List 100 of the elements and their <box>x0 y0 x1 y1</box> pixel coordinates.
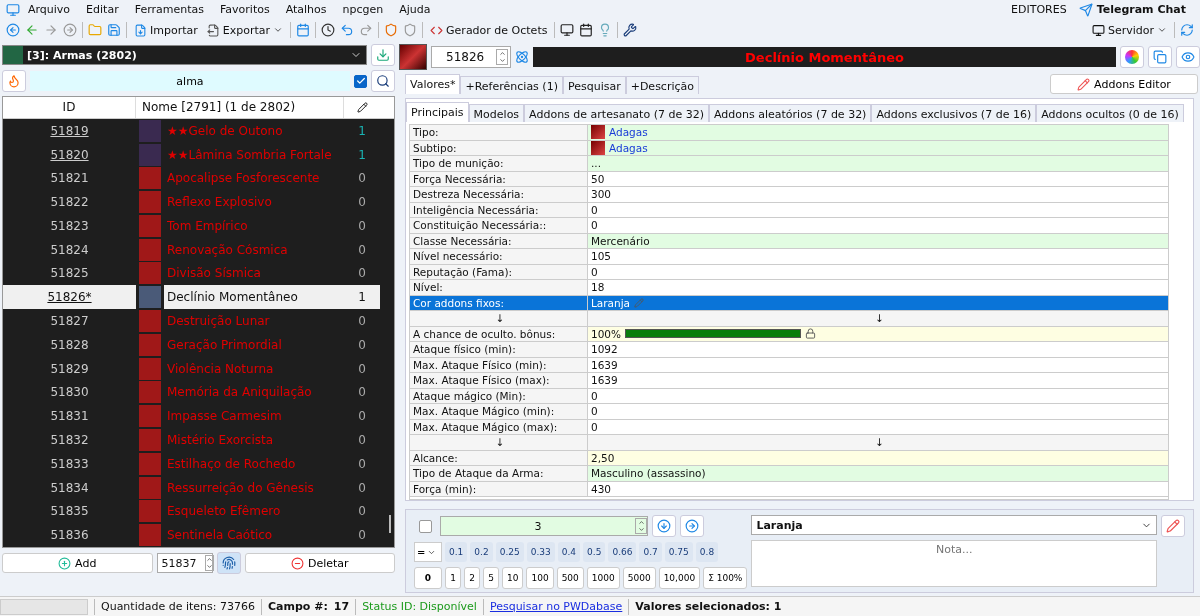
amount-button[interactable]: 500 <box>556 567 584 589</box>
property-value[interactable]: ↓ <box>875 311 884 326</box>
factor-button[interactable]: 0.33 <box>526 542 555 562</box>
menu-item[interactable]: Arquivo <box>20 3 79 16</box>
item-id-field[interactable]: 51826 <box>431 46 511 68</box>
id-cell[interactable]: 51836 <box>3 523 136 547</box>
tab[interactable]: Addons de artesanato (7 de 32) <box>524 104 709 122</box>
menu-item[interactable]: Ferramentas <box>126 3 212 16</box>
atom-icon[interactable] <box>515 50 529 64</box>
value-field[interactable]: 3 <box>440 516 648 536</box>
value-dropdown[interactable]: Laranja <box>751 515 1157 535</box>
property-value[interactable]: 0 <box>591 404 598 419</box>
property-value[interactable]: ↓ <box>875 435 884 450</box>
amount-button[interactable]: 100 <box>526 567 554 589</box>
menu-item[interactable]: Editar <box>78 3 127 16</box>
value-checkbox[interactable] <box>418 519 432 533</box>
category-dropdown[interactable]: [3]: Armas (2802) <box>2 45 367 65</box>
property-value[interactable]: Adagas <box>609 125 648 140</box>
tab[interactable]: Principais <box>406 102 469 122</box>
tab[interactable]: Modelos <box>468 104 525 122</box>
flame-button[interactable] <box>2 70 26 92</box>
fingerprint-button[interactable] <box>216 552 241 574</box>
property-value[interactable]: 0 <box>591 264 598 279</box>
telegram-link[interactable]: Telegram Chat <box>1096 3 1186 16</box>
menu-item[interactable]: npcgen <box>334 3 392 16</box>
amount-button[interactable]: 2 <box>464 567 480 589</box>
property-value[interactable]: 1092 <box>591 342 618 357</box>
factor-button[interactable]: 0.1 <box>445 542 468 562</box>
factor-button[interactable]: 0.25 <box>495 542 524 562</box>
spin-buttons[interactable] <box>635 518 647 534</box>
telegram-icon[interactable] <box>1078 2 1093 17</box>
amount-button[interactable]: 0 <box>414 567 442 589</box>
property-value[interactable]: 1639 <box>591 373 618 388</box>
property-value[interactable]: 18 <box>591 280 605 295</box>
calendar-icon[interactable] <box>296 23 311 37</box>
refresh-icon[interactable] <box>1180 23 1194 37</box>
folder-icon[interactable] <box>88 23 102 37</box>
operator-dropdown[interactable]: = <box>414 542 442 562</box>
menu-item[interactable]: Ajuda <box>391 3 439 16</box>
amount-button[interactable]: 1 <box>445 567 461 589</box>
amount-button[interactable]: 5 <box>483 567 499 589</box>
shield-icon[interactable] <box>384 23 399 37</box>
id-cell[interactable]: 51827 <box>3 309 136 333</box>
id-cell[interactable]: 51829 <box>3 356 136 381</box>
editors-menu[interactable]: EDITORES <box>1011 3 1067 16</box>
pwdabase-link[interactable]: Pesquisar no PWDabase <box>489 600 623 613</box>
factor-button[interactable]: 0.7 <box>639 542 662 562</box>
column-header[interactable]: ID <box>3 97 136 118</box>
next-id-field[interactable]: 51837 <box>156 553 213 573</box>
property-value[interactable]: ... <box>591 156 601 171</box>
search-checkbox[interactable] <box>354 74 367 88</box>
id-cell[interactable]: 51828 <box>3 332 136 357</box>
tab[interactable]: Addons ocultos (0 de 16) <box>1036 104 1184 122</box>
property-value[interactable]: 0 <box>591 419 598 434</box>
factor-button[interactable]: 0.2 <box>470 542 493 562</box>
id-cell[interactable]: 51824 <box>3 237 136 262</box>
property-value[interactable]: 0 <box>591 388 598 403</box>
search-field[interactable]: alma <box>30 71 350 91</box>
menu-item[interactable]: Atalhos <box>277 3 335 16</box>
amount-button[interactable]: 1000 <box>586 567 620 589</box>
tab[interactable]: Addons exclusivos (7 de 16) <box>871 104 1037 122</box>
id-cell[interactable]: 51820 <box>3 142 136 167</box>
id-cell[interactable]: 51823 <box>3 214 136 238</box>
shield-icon[interactable] <box>403 23 418 37</box>
id-cell[interactable]: 51822 <box>3 190 136 215</box>
next-button[interactable] <box>680 515 704 537</box>
tab[interactable]: +Descrição <box>625 76 700 94</box>
property-value[interactable]: 100% <box>591 326 622 341</box>
redo-icon[interactable] <box>359 23 374 37</box>
id-cell[interactable]: 51819 <box>3 118 136 143</box>
id-cell[interactable]: 51833 <box>3 451 136 476</box>
id-cell[interactable]: 51825 <box>3 261 136 286</box>
forward-icon[interactable] <box>63 23 77 37</box>
spin-buttons[interactable] <box>204 555 214 571</box>
id-cell[interactable]: 51832 <box>3 428 136 452</box>
server-dropdown[interactable]: Servidor <box>1089 20 1169 40</box>
edit-button[interactable] <box>1161 515 1185 537</box>
spin-buttons[interactable] <box>496 49 508 65</box>
property-value[interactable]: 0 <box>591 218 598 233</box>
property-value[interactable]: 105 <box>591 249 612 264</box>
factor-button[interactable]: 0.4 <box>557 542 581 562</box>
color-button[interactable] <box>1120 46 1144 68</box>
octets-generator-button[interactable]: Gerador de Octets <box>428 20 550 40</box>
factor-button[interactable]: 0.5 <box>583 542 606 562</box>
name-cell[interactable]: Declínio Momentâneo <box>164 285 344 310</box>
factor-button[interactable]: 0.8 <box>695 542 719 562</box>
save-icon[interactable] <box>107 23 121 37</box>
factor-button[interactable]: 0.66 <box>608 542 637 562</box>
menu-item[interactable]: Favoritos <box>212 3 278 16</box>
property-value[interactable]: 430 <box>591 481 612 496</box>
note-field[interactable]: Nota... <box>751 540 1157 587</box>
view-button[interactable] <box>1176 46 1200 68</box>
property-value[interactable]: 0 <box>591 202 598 217</box>
tab[interactable]: Pesquisar <box>562 76 626 94</box>
back-icon[interactable] <box>6 23 20 37</box>
property-value[interactable]: 2,50 <box>591 450 615 465</box>
add-button[interactable]: Add <box>2 553 153 573</box>
monitor-icon[interactable] <box>560 23 575 37</box>
amount-button[interactable]: Σ 100% <box>703 567 748 589</box>
addons-editor-button[interactable]: Addons Editor <box>1050 74 1198 94</box>
